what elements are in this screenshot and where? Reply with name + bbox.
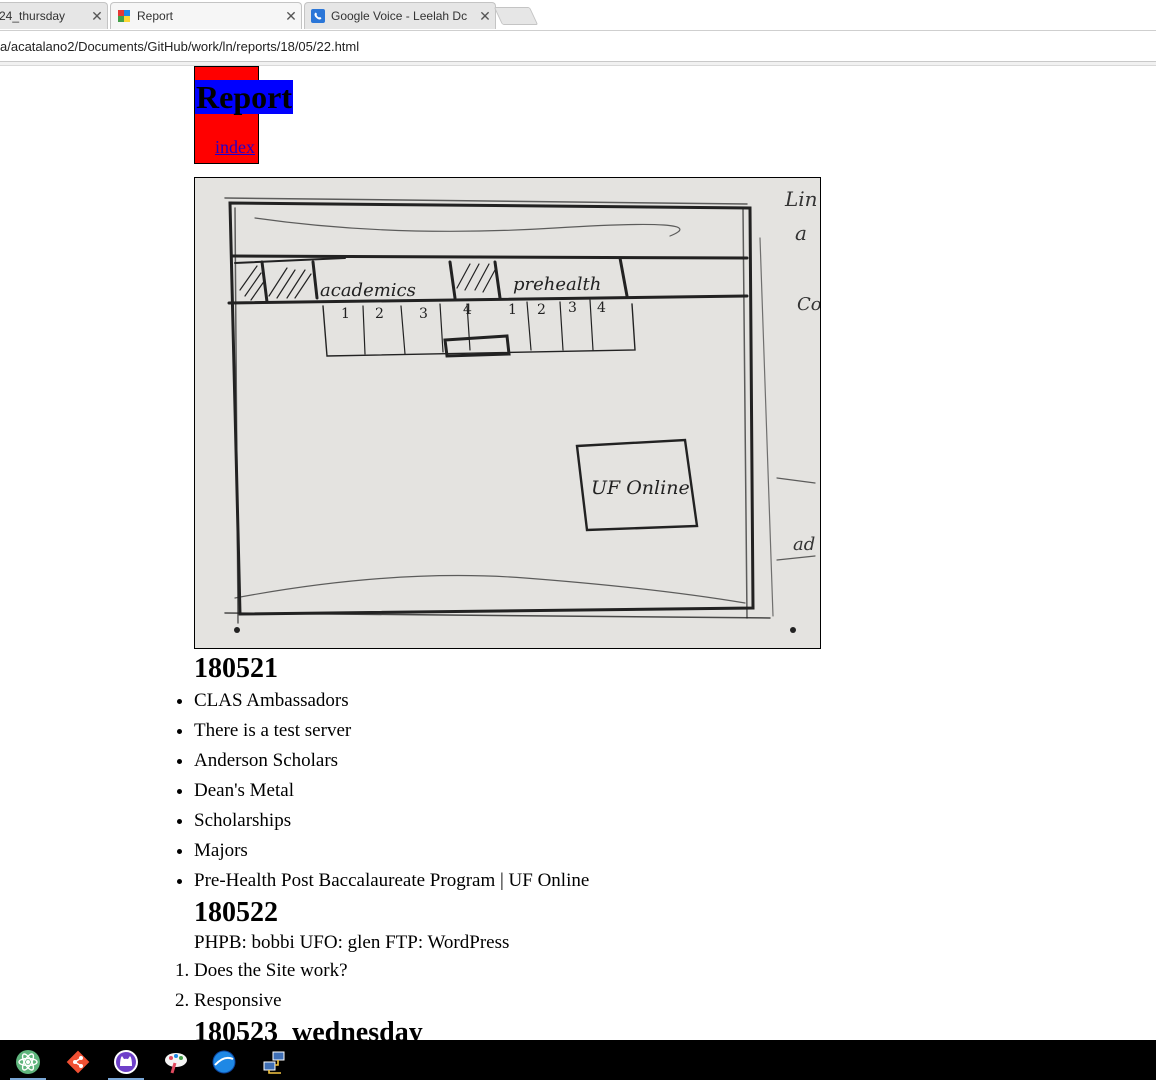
index-link[interactable]: index [215,137,255,158]
sketch-num: 2 [375,306,384,322]
list-item: Majors [194,836,1094,866]
sketch-label-academics: academics [320,280,416,301]
url-text[interactable]: a/acatalano2/Documents/GitHub/work/ln/re… [0,39,359,54]
list-item: There is a test server [194,716,1094,746]
sketch-margin-note: a [795,221,807,245]
list-item: Scholarships [194,806,1094,836]
taskbar [0,1040,1156,1080]
tab-google-voice[interactable]: Google Voice - Leelah Dc ✕ [304,2,496,29]
close-icon[interactable]: ✕ [281,8,301,25]
wireframe-sketch-image: academics prehealth 1 2 3 4 1 2 3 4 UF O… [194,177,821,649]
new-tab-button[interactable] [493,7,539,25]
checklist-180522: Does the Site work? Responsive [194,956,1094,1016]
list-item: Does the Site work? [194,956,1094,986]
page-title: Report [195,79,293,115]
list-item: Dean's Metal [194,776,1094,806]
address-bar[interactable]: a/acatalano2/Documents/GitHub/work/ln/re… [0,31,1156,62]
google-voice-icon [311,9,325,23]
tab-strip: 24_thursday ✕ Report ✕ Google Voice - Le… [0,0,1156,31]
credentials-text: PHPB: bobbi UFO: glen FTP: WordPress [194,932,510,953]
sketch-margin-note: Co [797,294,821,315]
sketch-label-uf-online: UF Online [591,477,690,499]
sketch-margin-note: ad [793,534,815,555]
list-item: Pre-Health Post Baccalaureate Program | … [194,866,1094,896]
sketch-num: 4 [463,302,472,318]
tab-report[interactable]: Report ✕ [110,2,302,29]
sketch-num: 3 [419,306,428,322]
sketch-num: 4 [597,300,606,316]
network-icon[interactable] [250,1044,298,1080]
github-desktop-icon[interactable] [102,1044,150,1080]
sketch-num: 1 [341,306,350,322]
sketch-margin-note: Lin [784,187,818,211]
list-item: CLAS Ambassadors [194,686,1094,716]
page-content: Report index academics prehealth 1 2 3 4… [194,66,1094,1050]
git-icon[interactable] [54,1044,102,1080]
tab-title: Google Voice - Leelah Dc [331,9,468,23]
tab-24-thursday[interactable]: 24_thursday ✕ [0,2,108,29]
sketch-num: 2 [537,302,546,318]
paint-app-icon[interactable] [152,1044,200,1080]
sketch-num: 1 [508,302,517,318]
tab-title: 24_thursday [0,9,66,23]
section-heading-180522: 180522 [194,897,278,928]
section-heading-180521: 180521 [194,653,278,684]
close-icon[interactable]: ✕ [475,8,495,25]
sketch-num: 3 [568,300,577,316]
report-favicon-icon [117,9,131,23]
list-item: Responsive [194,986,1094,1016]
list-item: Anderson Scholars [194,746,1094,776]
notes-list-180521: CLAS Ambassadors There is a test server … [194,686,1094,896]
tab-title: Report [137,9,174,23]
close-icon[interactable]: ✕ [87,8,107,25]
atom-icon[interactable] [4,1044,52,1080]
header-box: Report index [194,66,293,164]
browser-icon[interactable] [200,1044,248,1080]
sketch-label-prehealth: prehealth [513,274,601,295]
